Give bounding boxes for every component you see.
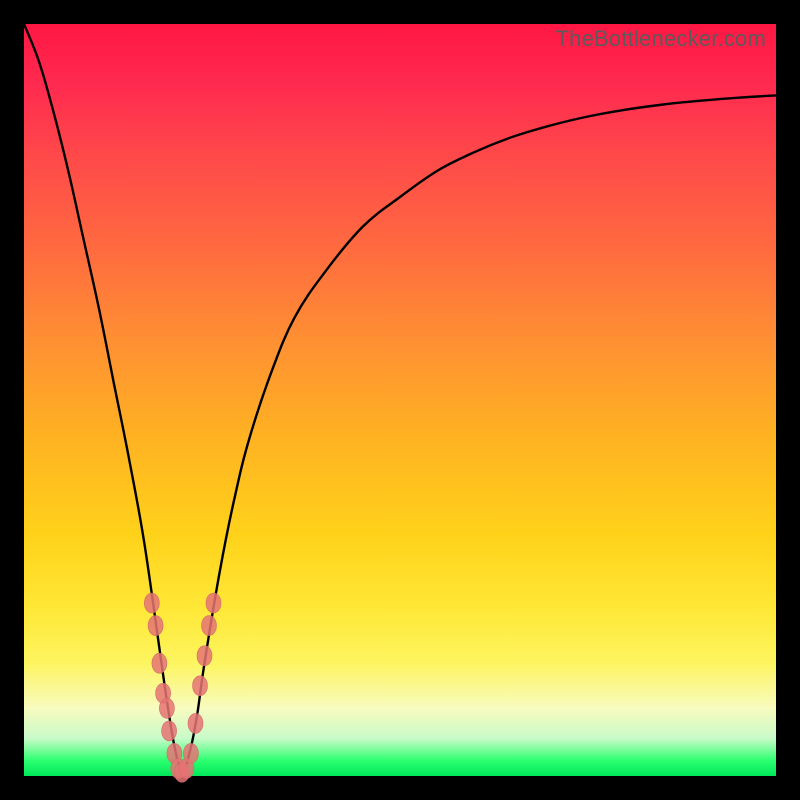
scatter-dots	[144, 593, 221, 782]
scatter-dot	[148, 616, 163, 636]
scatter-dot	[159, 698, 174, 718]
scatter-dot	[188, 713, 203, 733]
scatter-dot	[144, 593, 159, 613]
scatter-dot	[206, 593, 221, 613]
scatter-dot	[152, 653, 167, 673]
bottleneck-chart	[24, 24, 776, 776]
scatter-dot	[197, 646, 212, 666]
scatter-dot	[193, 676, 208, 696]
scatter-dot	[202, 616, 217, 636]
bottleneck-curve-path	[24, 24, 776, 772]
scatter-dot	[183, 743, 198, 763]
scatter-dot	[162, 721, 177, 741]
chart-frame: TheBottlenecker.com	[24, 24, 776, 776]
